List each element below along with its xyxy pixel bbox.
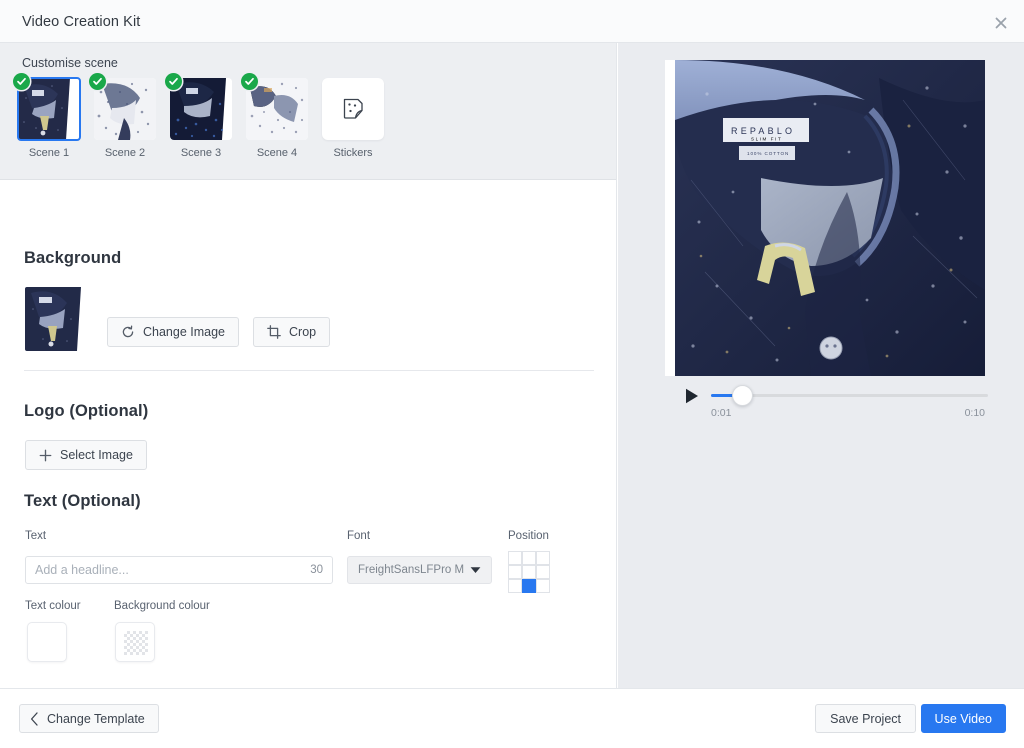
video-player-controls: 0:01 0:10 [665,381,988,429]
chevron-left-icon [30,711,39,726]
background-colour-swatch[interactable] [115,622,155,662]
position-cell-bottom-left[interactable] [508,579,522,593]
position-cell-bottom-right[interactable] [536,579,550,593]
scene-item-3[interactable]: Scene 3 [165,73,232,159]
scene-strip: Customise scene Scene 1 Scene 2 Scene 3 … [0,43,616,180]
background-section-title: Background [24,249,122,267]
font-select-value: FreightSansLFPro M [358,564,465,576]
text-section-title: Text (Optional) [24,492,141,510]
sticker-icon [322,78,384,140]
position-cell-middle-left[interactable] [508,565,522,579]
text-colour-swatch[interactable] [27,622,67,662]
font-select[interactable]: FreightSansLFPro M [347,556,492,584]
section-divider [24,370,594,371]
scene-thumb-wrap [13,73,81,141]
position-cell-middle-right[interactable] [536,565,550,579]
position-cell-middle-center[interactable] [522,565,536,579]
scene-item-label: Scene 4 [256,147,298,159]
position-cell-top-left[interactable] [508,551,522,565]
total-time-label: 0:10 [964,407,985,419]
svg-text:SLIM FIT: SLIM FIT [751,137,782,142]
char-count-label: 30 [310,564,323,576]
select-image-button[interactable]: Select Image [25,440,147,470]
scene-thumb-wrap [165,73,232,140]
select-image-label: Select Image [60,448,133,462]
scene-item-stickers[interactable]: Stickers [322,78,384,159]
change-template-button[interactable]: Change Template [19,704,159,733]
text-field-label: Text [25,530,47,542]
playback-scrubber-handle[interactable] [732,385,753,406]
dialog-footer: Change Template Save Project Use Video [0,688,1024,748]
customise-scene-label: Customise scene [22,56,118,70]
crop-icon [267,325,281,339]
editor-left-pane: Customise scene Scene 1 Scene 2 Scene 3 … [0,43,617,688]
dialog-title: Video Creation Kit [22,14,141,30]
change-image-button[interactable]: Change Image [107,317,240,347]
position-field-label: Position [508,530,549,542]
scene-selected-check-icon [165,73,182,90]
svg-text:100% COTTON: 100% COTTON [747,151,789,156]
position-cell-bottom-center[interactable] [522,579,536,593]
save-project-button[interactable]: Save Project [815,704,916,733]
scene-item-2[interactable]: Scene 2 [89,73,156,159]
refresh-icon [121,325,135,339]
crop-label: Crop [289,325,317,339]
change-template-label: Change Template [47,711,145,726]
scene-item-1[interactable]: Scene 1 [13,73,81,159]
close-icon[interactable] [992,14,1010,32]
save-project-label: Save Project [830,711,901,726]
chevron-down-icon [470,566,491,574]
video-creation-kit-dialog: Video Creation Kit Customise scene Scene… [0,0,1024,748]
logo-section-title: Logo (Optional) [24,402,149,420]
position-cell-top-right[interactable] [536,551,550,565]
use-video-button[interactable]: Use Video [920,704,1006,733]
dialog-titlebar: Video Creation Kit [0,0,1024,43]
plus-icon [39,449,52,462]
change-image-label: Change Image [143,325,226,339]
playback-scrubber[interactable] [711,385,988,406]
play-icon[interactable] [685,388,699,404]
font-field-label: Font [347,530,371,542]
current-time-label: 0:01 [711,407,732,419]
position-grid[interactable] [508,551,550,593]
headline-input-wrapper[interactable]: 30 [25,556,333,584]
scene-item-label: Stickers [333,147,373,159]
scene-selected-check-icon [89,73,106,90]
headline-input[interactable] [26,557,311,583]
scene-selected-check-icon [13,73,30,90]
preview-pane: REPABLO SLIM FIT 100% COTTON 0:01 0:10 [618,43,1024,688]
use-video-label: Use Video [934,711,992,726]
preview-image: REPABLO SLIM FIT 100% COTTON [665,60,985,376]
text-colour-label: Text colour [25,600,81,612]
scene-item-label: Scene 3 [180,147,222,159]
scene-thumb-wrap [89,73,156,140]
editor-form: Background Change Image Crop Logo (Optio… [0,181,616,688]
background-thumbnail[interactable] [25,287,89,351]
scene-list: Scene 1 Scene 2 Scene 3 Scene 4 Stickers [13,73,384,159]
scene-item-label: Scene 1 [28,147,70,159]
crop-button[interactable]: Crop [253,317,331,347]
scene-item-4[interactable]: Scene 4 [241,73,308,159]
scene-item-label: Scene 2 [104,147,146,159]
scene-thumb-wrap [241,73,308,140]
background-colour-label: Background colour [114,600,210,612]
position-cell-top-center[interactable] [522,551,536,565]
brand-label-text: REPABLO [731,126,795,136]
transparency-checker-pattern [124,631,148,655]
scene-selected-check-icon [241,73,258,90]
